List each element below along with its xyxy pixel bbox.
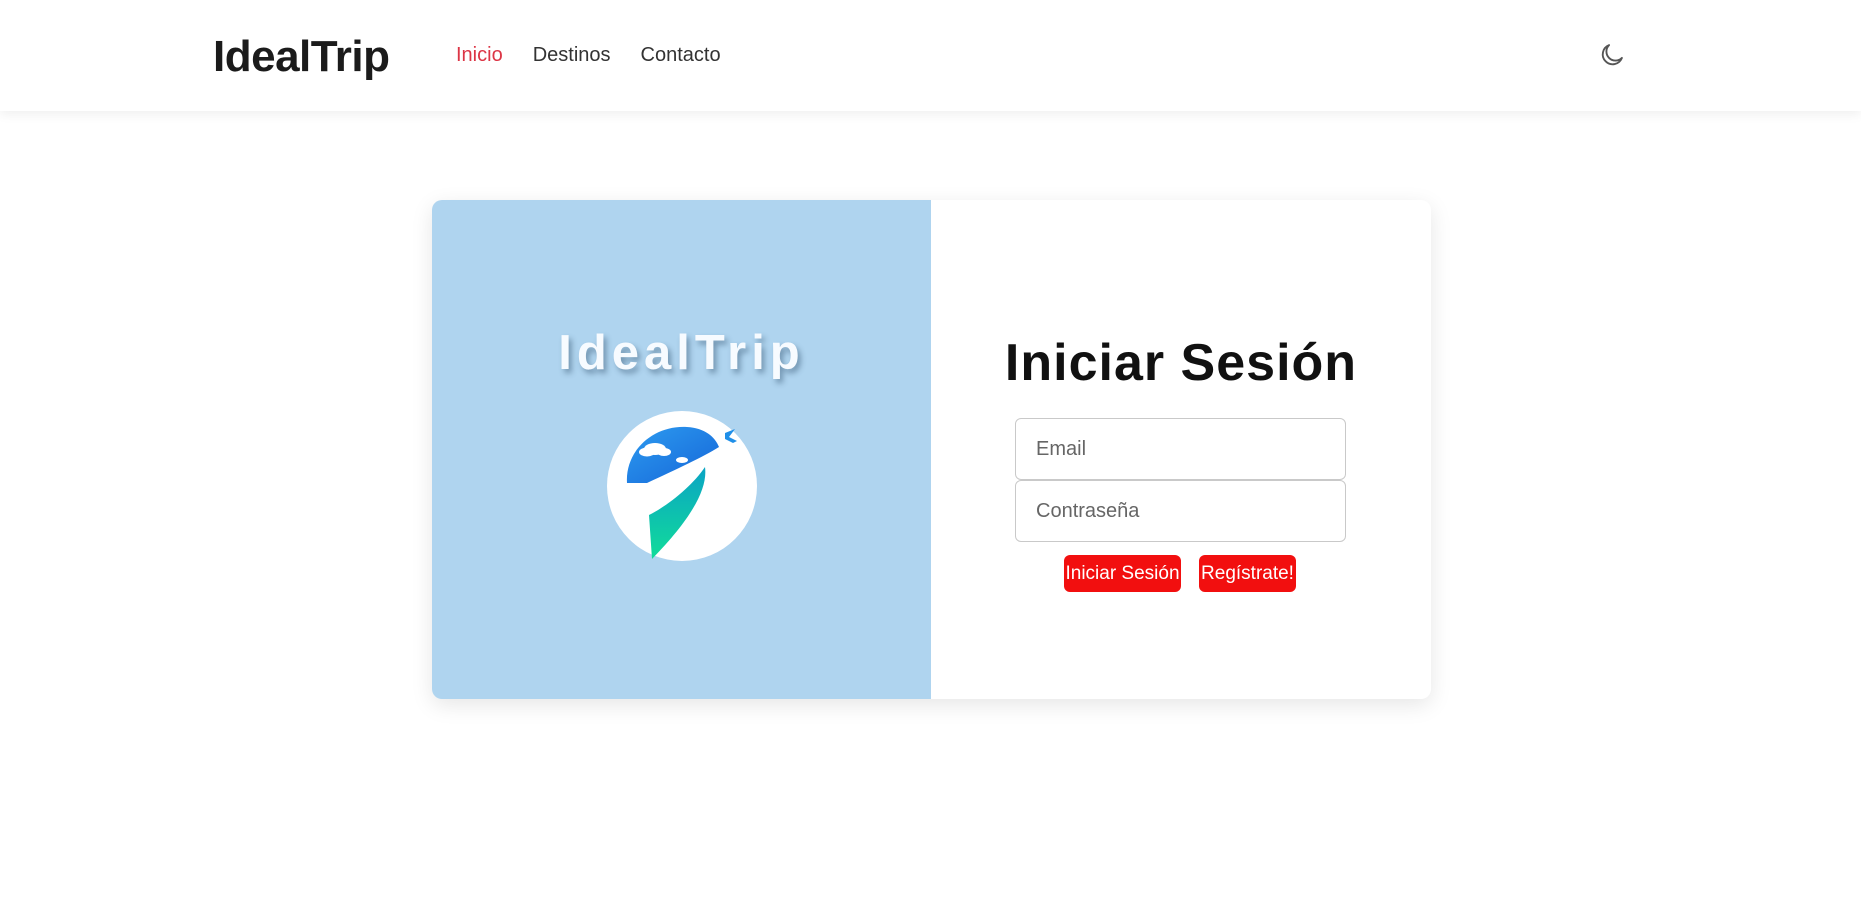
email-input[interactable] [1015, 418, 1346, 480]
main-nav: Inicio Destinos Contacto [456, 42, 721, 68]
location-pin-plane-icon [607, 411, 757, 561]
login-card: IdealTrip Iniciar Sesión Email Iniciar S… [432, 200, 1431, 699]
login-button[interactable]: Iniciar Sesión [1064, 555, 1181, 592]
nav-link-inicio[interactable]: Inicio [456, 42, 503, 68]
top-navbar: IdealTrip Inicio Destinos Contacto [0, 0, 1861, 111]
register-button[interactable]: Regístrate! [1199, 555, 1296, 592]
login-form-panel: Iniciar Sesión Iniciar Sesión Regístrate… [931, 200, 1431, 699]
moon-icon[interactable] [1598, 41, 1626, 69]
nav-link-destinos[interactable]: Destinos [533, 42, 611, 68]
login-title: Iniciar Sesión [1004, 334, 1358, 392]
hero-panel: IdealTrip [432, 200, 931, 699]
nav-link-contacto[interactable]: Contacto [641, 42, 721, 68]
hero-brand-title: IdealTrip [558, 326, 805, 380]
brand-logo-text[interactable]: IdealTrip [213, 30, 390, 84]
password-input[interactable] [1015, 480, 1346, 542]
